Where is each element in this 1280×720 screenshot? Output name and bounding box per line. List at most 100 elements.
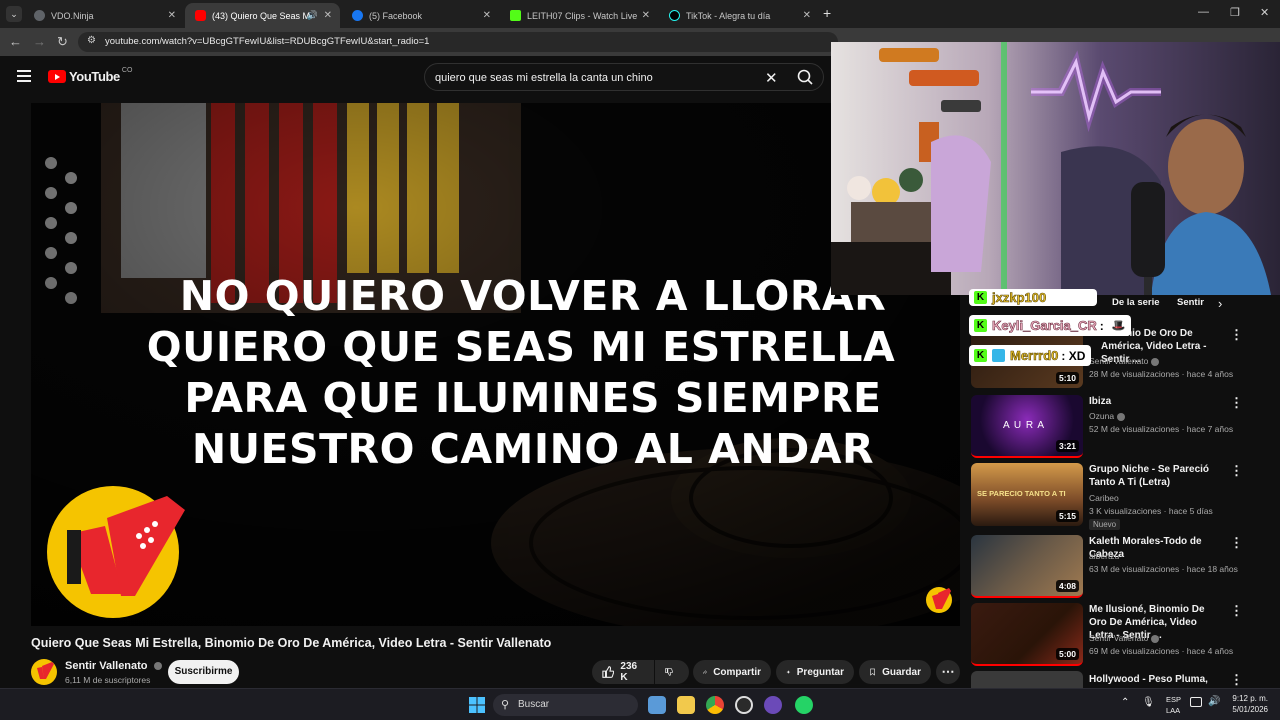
more-options-icon[interactable]: ⋮ bbox=[1230, 603, 1243, 619]
more-options-icon[interactable]: ⋮ bbox=[1230, 672, 1243, 688]
recommendation-item[interactable]: A U R A 3:21 Ibiza Ozuna 52 M de visuali… bbox=[971, 395, 1271, 458]
chrome-icon[interactable] bbox=[706, 696, 724, 714]
streamlabs-icon[interactable] bbox=[764, 696, 782, 714]
clear-search-icon[interactable]: ✕ bbox=[765, 69, 778, 87]
verified-icon bbox=[1117, 412, 1126, 421]
windows-taskbar: ⚲ Buscar ⌃ 🎙 ESP LAA 🔊 9:12 p. m. 5/01/2… bbox=[0, 688, 1280, 720]
windows-logo-icon bbox=[469, 697, 485, 713]
file-explorer-icon[interactable] bbox=[677, 696, 695, 714]
forward-icon[interactable]: → bbox=[33, 34, 46, 49]
like-button[interactable]: 236 K bbox=[592, 660, 654, 684]
video-thumbnail[interactable]: 4:08 bbox=[971, 535, 1083, 598]
chip-sentir[interactable]: Sentir bbox=[1177, 292, 1207, 314]
search-box[interactable]: quiero que seas mi estrella la canta un … bbox=[424, 63, 824, 91]
recommendation-item[interactable]: SE PARECIO TANTO A TI 5:15 Grupo Niche -… bbox=[971, 463, 1271, 530]
clock-time[interactable]: 9:12 p. m. bbox=[1230, 694, 1268, 703]
address-bar[interactable]: ⚙ youtube.com/watch?v=UBcgGTFewIU&list=R… bbox=[78, 32, 838, 52]
close-tab-icon[interactable]: ✕ bbox=[642, 10, 650, 21]
chat-text: : bbox=[1099, 318, 1104, 333]
tab-tiktok[interactable]: TikTok - Alegra tu día ✕ bbox=[659, 3, 819, 28]
youtube-logo[interactable]: YouTube CO bbox=[48, 67, 132, 84]
windows-start-icon[interactable] bbox=[469, 697, 485, 713]
video-thumbnail[interactable] bbox=[971, 671, 1083, 688]
video-thumbnail[interactable]: 5:00 bbox=[971, 603, 1083, 666]
speaker-icon[interactable]: 🔊 bbox=[307, 10, 318, 21]
minimize-icon[interactable]: — bbox=[1198, 6, 1209, 18]
chat-username: Keyli_Garcia_CR bbox=[992, 318, 1097, 334]
thumbs-up-icon bbox=[602, 666, 615, 678]
new-badge: Nuevo bbox=[1089, 519, 1121, 530]
save-button[interactable]: Guardar bbox=[859, 660, 931, 684]
obs-icon[interactable] bbox=[735, 696, 753, 714]
recommendation-item[interactable]: 5:00 Me Ilusioné, Binomio De Oro De Amér… bbox=[971, 603, 1271, 666]
sentir-vallenato-logo bbox=[47, 486, 185, 618]
close-window-icon[interactable]: ✕ bbox=[1260, 6, 1269, 19]
more-options-icon[interactable]: ⋮ bbox=[1230, 535, 1243, 551]
chat-username: Merrrd0 bbox=[1010, 348, 1059, 364]
tray-overflow-icon[interactable]: ⌃ bbox=[1121, 697, 1129, 708]
restore-icon[interactable]: ❐ bbox=[1230, 6, 1240, 19]
lyric-line-3: PARA QUE ILUMINES SIEMPRE bbox=[184, 374, 882, 422]
network-icon[interactable] bbox=[1190, 697, 1202, 707]
share-button[interactable]: Compartir bbox=[693, 660, 771, 684]
microphone-icon[interactable]: 🎙 bbox=[1142, 697, 1155, 708]
chat-message: K Keyli_Garcia_CR : 🎩 bbox=[969, 315, 1132, 336]
sparkle-icon bbox=[786, 669, 791, 675]
tab-youtube[interactable]: (43) Quiero Que Seas Mi Estrella 🔊 ✕ bbox=[185, 3, 340, 28]
tab-vdo-ninja[interactable]: VDO.Ninja ✕ bbox=[24, 3, 184, 28]
video-thumbnail[interactable]: A U R A 3:21 bbox=[971, 395, 1083, 458]
close-tab-icon[interactable]: ✕ bbox=[168, 10, 176, 21]
more-options-icon[interactable]: ⋮ bbox=[1230, 327, 1243, 343]
reload-icon[interactable]: ↻ bbox=[57, 34, 68, 50]
verified-icon bbox=[153, 662, 162, 671]
subscribe-button[interactable]: Suscribirme bbox=[168, 660, 239, 684]
channel-avatar-logo bbox=[37, 662, 54, 679]
url-text: youtube.com/watch?v=UBcgGTFewIU&list=RDU… bbox=[105, 36, 430, 47]
more-options-icon[interactable]: ⋮ bbox=[1230, 463, 1243, 479]
chip-de-la-serie[interactable]: De la serie bbox=[1112, 292, 1160, 314]
taskbar-search[interactable]: ⚲ Buscar bbox=[493, 694, 638, 716]
tab-facebook[interactable]: (5) Facebook ✕ bbox=[342, 3, 499, 28]
close-tab-icon[interactable]: ✕ bbox=[324, 10, 332, 21]
tab-search-dropdown-icon[interactable]: ⌄ bbox=[6, 6, 22, 22]
webcam-feed-image bbox=[831, 42, 1280, 295]
site-info-icon[interactable]: ⚙ bbox=[87, 35, 96, 46]
channel-avatar[interactable] bbox=[31, 659, 57, 685]
keyboard-layout[interactable]: LAA bbox=[1166, 706, 1180, 715]
globe-icon bbox=[34, 10, 45, 21]
channel-watermark-logo bbox=[926, 587, 952, 613]
chips-next-icon[interactable]: › bbox=[1218, 296, 1222, 311]
dislike-button[interactable] bbox=[655, 660, 689, 684]
new-tab-icon[interactable]: + bbox=[823, 5, 831, 21]
verified-icon bbox=[1151, 634, 1160, 643]
back-icon[interactable]: ← bbox=[9, 34, 22, 49]
ask-button[interactable]: Preguntar bbox=[776, 660, 854, 684]
channel-name[interactable]: Sentir Vallenato bbox=[65, 660, 162, 672]
emote-icon: 🎩 bbox=[1111, 320, 1126, 332]
video-player[interactable]: NO QUIERO VOLVER A LLORAR QUIERO QUE SEA… bbox=[31, 103, 960, 626]
streamer-webcam-overlay bbox=[831, 42, 1280, 295]
kick-icon: K bbox=[974, 291, 987, 304]
recommendation-item[interactable]: 4:08 Kaleth Morales-Todo de Cabeza alber… bbox=[971, 535, 1271, 598]
volume-icon[interactable]: 🔊 bbox=[1208, 696, 1220, 707]
close-tab-icon[interactable]: ✕ bbox=[803, 10, 811, 21]
more-options-icon[interactable]: ⋮ bbox=[1230, 395, 1243, 411]
tab-kick[interactable]: LEITH07 Clips - Watch Live on Kick ✕ bbox=[500, 3, 658, 28]
more-actions-button[interactable]: ⋯ bbox=[936, 660, 960, 684]
bookmark-icon bbox=[870, 668, 875, 676]
clock-date[interactable]: 5/01/2026 bbox=[1222, 705, 1268, 714]
whatsapp-icon[interactable] bbox=[795, 696, 813, 714]
menu-icon[interactable] bbox=[17, 70, 31, 82]
facebook-icon bbox=[352, 10, 363, 21]
close-tab-icon[interactable]: ✕ bbox=[483, 10, 491, 21]
chat-text: : XD bbox=[1061, 348, 1086, 363]
widgets-icon[interactable] bbox=[648, 696, 666, 714]
kick-icon: K bbox=[974, 319, 987, 332]
recommendation-item[interactable]: Hollywood - Peso Pluma, ⋮ bbox=[971, 671, 1271, 688]
search-button[interactable] bbox=[787, 64, 825, 90]
search-input[interactable]: quiero que seas mi estrella la canta un … bbox=[435, 72, 653, 84]
input-language[interactable]: ESP bbox=[1166, 695, 1181, 704]
lyric-line-4: NUESTRO CAMINO AL ANDAR bbox=[191, 425, 875, 473]
video-thumbnail[interactable]: SE PARECIO TANTO A TI 5:15 bbox=[971, 463, 1083, 526]
tiktok-icon bbox=[669, 10, 680, 21]
